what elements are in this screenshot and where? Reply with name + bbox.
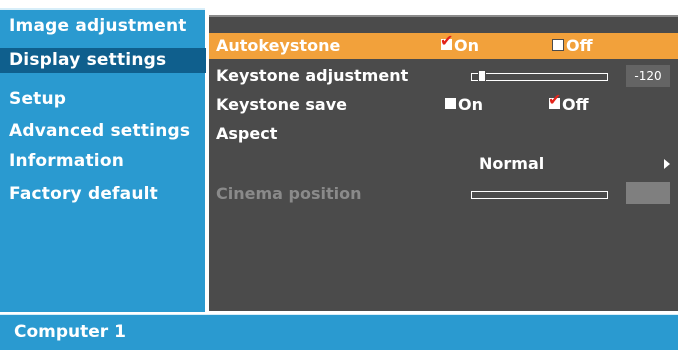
sidebar-item-advanced-settings[interactable]: Advanced settings xyxy=(6,119,190,144)
checkbox-checked-icon: ✔ xyxy=(548,90,562,109)
keystone-slider-handle[interactable] xyxy=(478,70,486,82)
cinema-position-label: Cinema position xyxy=(216,184,362,203)
aspect-value[interactable]: Normal xyxy=(479,151,544,177)
auto-keystone-on-option[interactable]: ✔ On xyxy=(440,31,479,59)
aspect-row: Aspect xyxy=(209,121,678,147)
keystone-save-on-label: On xyxy=(458,95,483,114)
auto-keystone-off-label: Off xyxy=(566,36,593,55)
input-source-label: Computer 1 xyxy=(14,322,126,342)
sidebar-item-setup[interactable]: Setup xyxy=(6,87,66,112)
chevron-right-icon[interactable] xyxy=(664,159,670,169)
keystone-slider[interactable] xyxy=(471,73,608,81)
aspect-value-row[interactable]: Normal xyxy=(209,151,678,177)
checkbox-empty-icon xyxy=(552,38,564,51)
settings-panel: Autokeystone ✔ On Off Keystone adjustment… xyxy=(209,15,678,311)
cinema-position-value xyxy=(626,182,670,204)
auto-keystone-label: Autokeystone xyxy=(216,36,341,55)
status-bar: Computer 1 xyxy=(0,314,678,350)
cinema-position-slider xyxy=(471,191,608,199)
keystone-save-off-label: Off xyxy=(562,95,589,114)
cinema-position-row: Cinema position xyxy=(209,181,678,207)
keystone-save-on-option[interactable]: On xyxy=(445,92,483,118)
sidebar-item-display-settings[interactable]: Display settings xyxy=(0,48,206,73)
menu-window: Image adjustment Display settings Setup … xyxy=(0,0,678,350)
keystone-value: -120 xyxy=(626,65,670,87)
sidebar-item-image-adjustment[interactable]: Image adjustment xyxy=(6,14,187,39)
checkbox-empty-icon xyxy=(445,98,456,109)
auto-keystone-on-label: On xyxy=(454,36,479,55)
auto-keystone-row[interactable]: Autokeystone ✔ On Off xyxy=(209,33,678,59)
keystone-save-off-option[interactable]: ✔ Off xyxy=(548,90,589,118)
sidebar: Image adjustment Display settings Setup … xyxy=(0,8,206,312)
keystone-save-label: Keystone save xyxy=(216,95,347,114)
keystone-adjustment-row: Keystone adjustment -120 xyxy=(209,63,678,89)
keystone-adjustment-label: Keystone adjustment xyxy=(216,66,409,85)
auto-keystone-off-option[interactable]: Off xyxy=(552,33,593,59)
keystone-save-row: Keystone save On ✔ Off xyxy=(209,92,678,118)
aspect-label: Aspect xyxy=(216,124,278,143)
sidebar-item-information[interactable]: Information xyxy=(6,149,124,174)
sidebar-item-factory-default[interactable]: Factory default xyxy=(6,182,158,207)
checkbox-checked-icon: ✔ xyxy=(440,31,454,50)
